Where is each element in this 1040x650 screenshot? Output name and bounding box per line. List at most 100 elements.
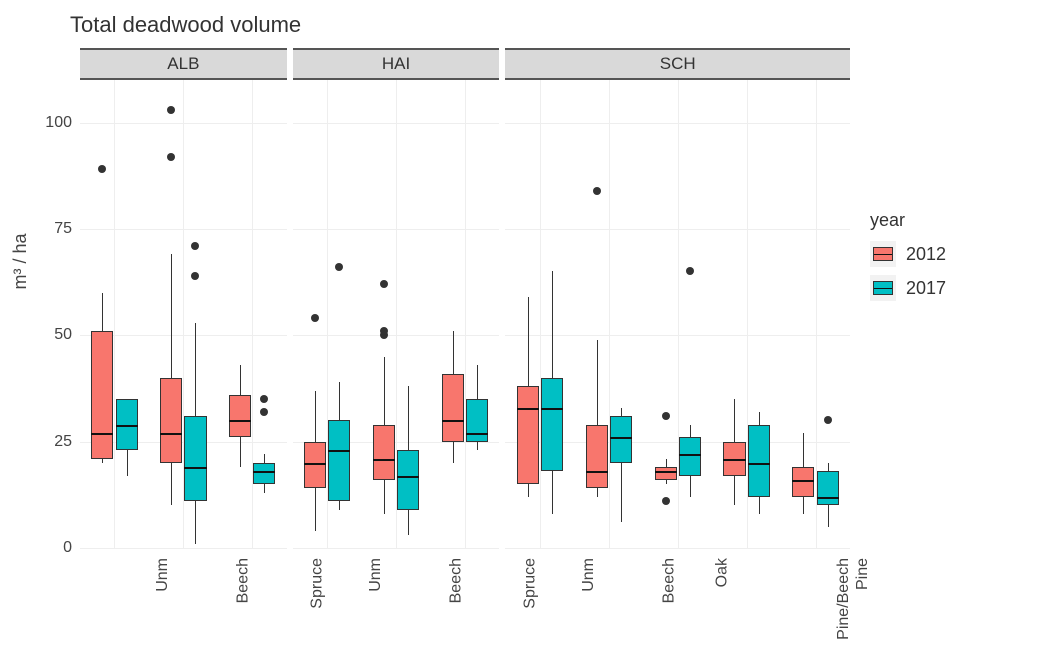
outlier-point [335, 263, 343, 271]
box [517, 386, 539, 484]
x-tick-label: Unm [367, 558, 385, 592]
median-line [184, 467, 206, 469]
grid-line [609, 80, 610, 548]
box [91, 331, 113, 459]
median-line [679, 454, 701, 456]
median-line [586, 471, 608, 473]
median-line [748, 463, 770, 465]
outlier-point [593, 187, 601, 195]
median-line [91, 433, 113, 435]
x-tick-label: Pine/Beech [834, 558, 852, 640]
median-line [817, 497, 839, 499]
x-tick-label: Unm [580, 558, 598, 592]
outlier-point [98, 165, 106, 173]
legend-item: 2017 [870, 275, 946, 301]
outlier-point [167, 153, 175, 161]
box [184, 416, 206, 501]
box [541, 378, 563, 472]
outlier-point [662, 497, 670, 505]
x-tick-label: Pine [854, 558, 872, 590]
median-line [160, 433, 182, 435]
median-line [304, 463, 326, 465]
y-tick-label: 25 [54, 433, 80, 451]
x-tick-label: Beech [447, 558, 465, 603]
outlier-point [380, 327, 388, 335]
median-line [541, 408, 563, 410]
legend-key-icon [870, 241, 896, 267]
legend-title: year [870, 210, 946, 231]
median-line [442, 420, 464, 422]
grid-line [114, 80, 115, 548]
box [253, 463, 275, 484]
outlier-point [260, 408, 268, 416]
y-tick-label: 100 [45, 114, 80, 132]
grid-line [465, 80, 466, 548]
x-tick-label: Spruce [309, 558, 327, 609]
box [466, 399, 488, 442]
y-tick-label: 75 [54, 220, 80, 238]
box [655, 467, 677, 480]
y-tick-label: 0 [63, 539, 80, 557]
median-line [328, 450, 350, 452]
grid-line [293, 548, 500, 549]
median-line [466, 433, 488, 435]
facet-panel: ALB 0255075100UnmBeechSpruce [80, 48, 287, 548]
box [817, 471, 839, 505]
outlier-point [380, 280, 388, 288]
outlier-point [311, 314, 319, 322]
legend-key-icon [870, 275, 896, 301]
grid-line [505, 548, 850, 549]
outlier-point [167, 106, 175, 114]
median-line [655, 471, 677, 473]
outlier-point [260, 395, 268, 403]
legend-label: 2012 [906, 244, 946, 265]
grid-line [678, 80, 679, 548]
facet-panel: SCH UnmBeechOakPine/BeechPine [505, 48, 850, 548]
x-tick-label: Beech [235, 558, 253, 603]
box [792, 467, 814, 497]
y-axis-label: m³ / ha [10, 233, 31, 289]
legend-label: 2017 [906, 278, 946, 299]
outlier-point [824, 416, 832, 424]
chart-container: Total deadwood volume m³ / ha ALB0255075… [0, 0, 1040, 650]
panel-body: UnmBeechOakPine/BeechPine [505, 80, 850, 548]
outlier-point [191, 272, 199, 280]
panel-body: UnmBeechSpruce [293, 80, 500, 548]
box [373, 425, 395, 480]
chart-title: Total deadwood volume [70, 12, 301, 38]
facet-strip: ALB [80, 48, 287, 80]
box [328, 420, 350, 501]
median-line [723, 459, 745, 461]
facet-panel: HAI UnmBeechSpruce [293, 48, 500, 548]
box [397, 450, 419, 510]
y-tick-label: 50 [54, 326, 80, 344]
outlier-point [191, 242, 199, 250]
median-line [116, 425, 138, 427]
outlier-point [686, 267, 694, 275]
median-line [253, 471, 275, 473]
grid-line [540, 80, 541, 548]
facet-strip: HAI [293, 48, 500, 80]
box [229, 395, 251, 438]
median-line [229, 420, 251, 422]
box [679, 437, 701, 475]
x-tick-label: Spruce [522, 558, 540, 609]
x-tick-label: Oak [713, 558, 731, 587]
box [748, 425, 770, 497]
x-tick-label: Beech [660, 558, 678, 603]
legend: year 2012 2017 [870, 210, 946, 309]
box [610, 416, 632, 463]
box [442, 374, 464, 442]
median-line [610, 437, 632, 439]
facet-label: ALB [167, 54, 199, 74]
legend-item: 2012 [870, 241, 946, 267]
panel-body: 0255075100UnmBeechSpruce [80, 80, 287, 548]
median-line [373, 459, 395, 461]
x-tick-label: Unm [154, 558, 172, 592]
facet-label: SCH [660, 54, 696, 74]
facet-label: HAI [382, 54, 410, 74]
box [304, 442, 326, 489]
median-line [792, 480, 814, 482]
plot-area: ALB 0255075100UnmBeechSpruce HAI UnmBeechSp… [80, 48, 850, 548]
box [160, 378, 182, 463]
